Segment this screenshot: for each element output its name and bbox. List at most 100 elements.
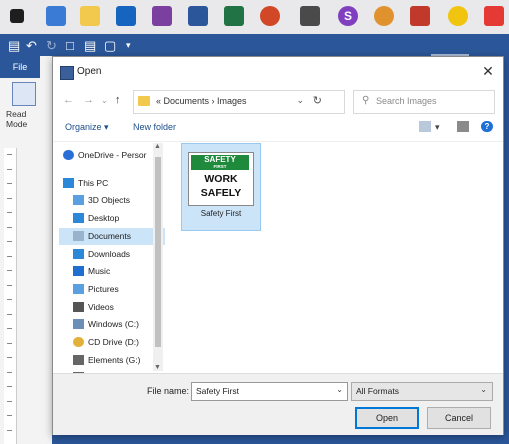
file-item-name: Safety First <box>200 209 242 218</box>
nav-item[interactable]: 3D Objects <box>59 192 165 209</box>
breadcrumb[interactable]: « Documents › Images <box>156 96 247 106</box>
file-name-value: Safety First <box>196 386 239 396</box>
outlook-icon[interactable] <box>116 6 136 26</box>
taskbar: S <box>0 0 509 34</box>
new-folder-button[interactable]: New folder <box>133 122 176 132</box>
cd-drive-icon <box>73 337 84 347</box>
powerpoint-icon[interactable] <box>260 6 280 26</box>
nav-item[interactable]: Documents <box>59 227 165 245</box>
nav-item-label: 3D Objects <box>88 195 131 206</box>
ruler-tick <box>7 313 12 315</box>
calculator-icon[interactable] <box>300 6 320 26</box>
onenote-icon[interactable] <box>152 6 172 26</box>
nav-item-label: Windows (C:) <box>88 319 140 330</box>
save-icon[interactable]: ▤ <box>8 38 20 54</box>
ruler-tick <box>7 357 12 358</box>
cancel-button[interactable]: Cancel <box>427 407 491 429</box>
view-dropdown-icon[interactable]: ▾ <box>435 122 440 133</box>
refresh-icon[interactable]: ↻ <box>313 94 322 107</box>
3d-objects-icon <box>73 195 84 206</box>
address-bar[interactable]: « Documents › Images ⌄ ↻ <box>133 90 345 114</box>
redo-icon[interactable]: ↻ <box>46 38 57 54</box>
file-type-value: All Formats <box>356 386 399 396</box>
ruler-tick <box>7 197 12 199</box>
change-view-icon[interactable] <box>419 121 431 132</box>
ruler-tick <box>7 270 12 271</box>
dialog-title: Open <box>77 66 102 77</box>
back-arrow-icon[interactable]: ← <box>63 94 74 106</box>
start-windows-icon[interactable] <box>10 9 24 23</box>
nav-item[interactable]: OneDrive - Persor <box>59 147 165 164</box>
sign-line-1: WORK <box>204 173 238 185</box>
up-arrow-icon[interactable]: ↑ <box>115 94 121 106</box>
ruler-tick <box>7 429 12 431</box>
skype-icon[interactable]: S <box>338 6 358 26</box>
print-preview-icon[interactable]: ▢ <box>104 38 116 54</box>
file-explorer-icon[interactable] <box>80 6 100 26</box>
nav-item[interactable]: Music <box>59 263 165 280</box>
nav-item[interactable]: Elements (G:) <box>59 352 165 369</box>
nav-item-label: Videos <box>88 301 114 312</box>
edge-icon[interactable] <box>46 6 66 26</box>
scroll-down-icon[interactable]: ▼ <box>154 364 161 371</box>
nav-item[interactable]: Windows (C:) <box>59 316 165 333</box>
nav-item-label: Elements (G:) <box>88 354 141 365</box>
desktop-icon <box>73 213 84 224</box>
search-input[interactable]: ⚲ Search Images <box>353 90 495 114</box>
nav-item[interactable]: Videos <box>59 299 165 316</box>
preview-pane-icon[interactable] <box>457 121 469 132</box>
norton-icon[interactable] <box>448 6 468 26</box>
file-list: SAFETY FIRST WORK SAFELY Safety First <box>171 141 499 373</box>
ruler-tick <box>7 371 12 373</box>
paint-icon[interactable] <box>374 6 394 26</box>
excel-icon[interactable] <box>224 6 244 26</box>
search-placeholder: Search Images <box>376 96 437 106</box>
read-mode-icon[interactable] <box>12 82 36 106</box>
nav-item-label: Documents <box>88 230 131 241</box>
file-type-dropdown-icon[interactable]: ⌄ <box>480 385 487 394</box>
nav-item[interactable]: This PC <box>59 175 165 192</box>
open-dialog: Open ✕ ← → ⌄ ↑ « Documents › Images ⌄ ↻ … <box>52 56 504 435</box>
ruler-tick <box>7 183 12 184</box>
ruler-tick <box>7 212 12 213</box>
customize-quick-access-icon[interactable]: ▾ <box>126 40 131 51</box>
new-document-icon[interactable]: □ <box>66 38 74 53</box>
nav-item-label: This PC <box>78 177 109 188</box>
snipping-icon[interactable] <box>410 6 430 26</box>
nav-scrollbar[interactable]: ▲ ▼ <box>153 143 163 371</box>
nav-item[interactable]: CD Drive (D:) <box>59 334 165 351</box>
scroll-up-icon[interactable]: ▲ <box>154 143 161 150</box>
undo-icon[interactable]: ↶ <box>26 38 37 54</box>
recent-dropdown-icon[interactable]: ⌄ <box>101 96 108 105</box>
safety-sign-thumbnail: SAFETY FIRST WORK SAFELY <box>188 152 254 206</box>
file-name-dropdown-icon[interactable]: ⌄ <box>336 385 343 394</box>
search-icon: ⚲ <box>362 95 370 106</box>
read-mode-label[interactable]: Read Mode <box>6 109 46 129</box>
help-icon[interactable]: ? <box>481 121 493 132</box>
sign-top-small-text: FIRST <box>213 164 227 169</box>
nav-item-label: Pictures <box>88 283 119 294</box>
close-icon[interactable]: ✕ <box>479 62 497 80</box>
word-icon[interactable] <box>188 6 208 26</box>
open-button[interactable]: Open <box>355 407 419 429</box>
scroll-thumb[interactable] <box>155 157 161 347</box>
file-name-input[interactable]: Safety First ⌄ <box>191 382 348 401</box>
vertical-ruler <box>4 148 17 444</box>
sign-top-text: SAFETY <box>204 155 236 164</box>
nav-item[interactable]: Desktop <box>59 210 165 227</box>
forward-arrow-icon[interactable]: → <box>83 94 94 106</box>
file-type-select[interactable]: All Formats ⌄ <box>351 382 493 401</box>
nav-item-label: Downloads <box>88 248 131 259</box>
organize-button[interactable]: Organize ▾ <box>65 122 109 133</box>
nav-item-label: Music <box>88 266 111 277</box>
nav-item[interactable]: Downloads <box>59 246 165 263</box>
file-item[interactable]: SAFETY FIRST WORK SAFELY Safety First <box>181 143 261 231</box>
ruler-tick <box>7 415 12 416</box>
file-tab[interactable]: File <box>0 56 40 78</box>
save-as-icon[interactable]: ▤ <box>84 38 96 54</box>
nav-item[interactable]: Pictures <box>59 281 165 298</box>
address-dropdown-icon[interactable]: ⌄ <box>296 95 304 106</box>
ruler-tick <box>7 168 12 170</box>
ruler-tick <box>7 241 12 242</box>
pdf-icon[interactable] <box>484 6 504 26</box>
